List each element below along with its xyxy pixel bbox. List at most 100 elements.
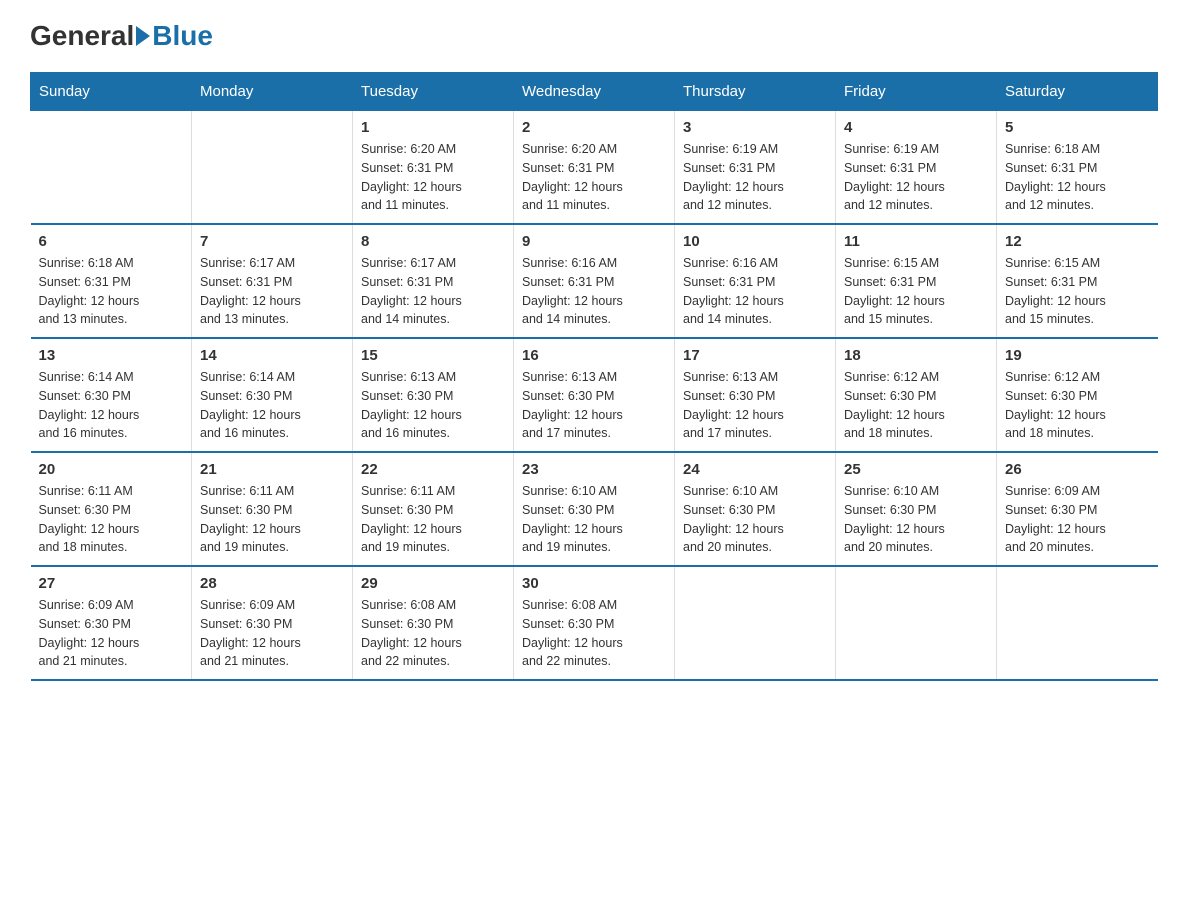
day-number: 2 [522, 119, 666, 136]
header-monday: Monday [192, 73, 353, 111]
calendar-cell: 9 Sunrise: 6:16 AM Sunset: 6:31 PM Daylig… [514, 224, 675, 338]
header-tuesday: Tuesday [353, 73, 514, 111]
day-number: 10 [683, 233, 827, 250]
day-number: 26 [1005, 461, 1150, 478]
day-info: Sunrise: 6:12 AM Sunset: 6:30 PM Dayligh… [844, 368, 988, 443]
day-info: Sunrise: 6:12 AM Sunset: 6:30 PM Dayligh… [1005, 368, 1150, 443]
day-number: 18 [844, 347, 988, 364]
day-number: 23 [522, 461, 666, 478]
day-info: Sunrise: 6:09 AM Sunset: 6:30 PM Dayligh… [200, 596, 344, 671]
day-number: 3 [683, 119, 827, 136]
header-friday: Friday [836, 73, 997, 111]
day-number: 17 [683, 347, 827, 364]
day-number: 6 [39, 233, 184, 250]
calendar-cell: 2 Sunrise: 6:20 AM Sunset: 6:31 PM Daylig… [514, 111, 675, 225]
calendar-cell: 15 Sunrise: 6:13 AM Sunset: 6:30 PM Dayli… [353, 338, 514, 452]
calendar-cell: 25 Sunrise: 6:10 AM Sunset: 6:30 PM Dayli… [836, 452, 997, 566]
calendar-cell: 21 Sunrise: 6:11 AM Sunset: 6:30 PM Dayli… [192, 452, 353, 566]
calendar-cell: 12 Sunrise: 6:15 AM Sunset: 6:31 PM Dayli… [997, 224, 1158, 338]
day-info: Sunrise: 6:08 AM Sunset: 6:30 PM Dayligh… [522, 596, 666, 671]
day-info: Sunrise: 6:13 AM Sunset: 6:30 PM Dayligh… [361, 368, 505, 443]
calendar-cell: 19 Sunrise: 6:12 AM Sunset: 6:30 PM Dayli… [997, 338, 1158, 452]
calendar-cell: 28 Sunrise: 6:09 AM Sunset: 6:30 PM Dayli… [192, 566, 353, 680]
day-number: 4 [844, 119, 988, 136]
calendar-cell: 14 Sunrise: 6:14 AM Sunset: 6:30 PM Dayli… [192, 338, 353, 452]
logo: General Blue Blue [30, 20, 213, 52]
calendar-cell: 5Sunrise: 6:18 AM Sunset: 6:31 PM Daylig… [997, 111, 1158, 225]
day-number: 25 [844, 461, 988, 478]
calendar-cell: 7Sunrise: 6:17 AM Sunset: 6:31 PM Daylig… [192, 224, 353, 338]
day-number: 14 [200, 347, 344, 364]
day-number: 8 [361, 233, 505, 250]
week-row-4: 20 Sunrise: 6:11 AM Sunset: 6:30 PM Dayli… [31, 452, 1158, 566]
calendar-cell: 4 Sunrise: 6:19 AM Sunset: 6:31 PM Daylig… [836, 111, 997, 225]
day-number: 30 [522, 575, 666, 592]
week-row-3: 13 Sunrise: 6:14 AM Sunset: 6:30 PM Dayli… [31, 338, 1158, 452]
logo-blue-text: Blue [152, 20, 213, 52]
header: General Blue Blue [30, 20, 1158, 52]
day-info: Sunrise: 6:11 AM Sunset: 6:30 PM Dayligh… [200, 482, 344, 557]
day-info: Sunrise: 6:13 AM Sunset: 6:30 PM Dayligh… [683, 368, 827, 443]
calendar-cell: 6Sunrise: 6:18 AM Sunset: 6:31 PM Daylig… [31, 224, 192, 338]
calendar-cell: 29Sunrise: 6:08 AM Sunset: 6:30 PM Dayli… [353, 566, 514, 680]
day-info: Sunrise: 6:20 AM Sunset: 6:31 PM Dayligh… [361, 140, 505, 215]
day-number: 28 [200, 575, 344, 592]
day-number: 29 [361, 575, 505, 592]
logo-general-text: General [30, 20, 134, 52]
day-info: Sunrise: 6:18 AM Sunset: 6:31 PM Dayligh… [1005, 140, 1150, 215]
header-sunday: Sunday [31, 73, 192, 111]
day-number: 9 [522, 233, 666, 250]
day-number: 11 [844, 233, 988, 250]
calendar-cell: 22Sunrise: 6:11 AM Sunset: 6:30 PM Dayli… [353, 452, 514, 566]
day-number: 21 [200, 461, 344, 478]
day-info: Sunrise: 6:20 AM Sunset: 6:31 PM Dayligh… [522, 140, 666, 215]
calendar-cell: 17 Sunrise: 6:13 AM Sunset: 6:30 PM Dayli… [675, 338, 836, 452]
day-number: 13 [39, 347, 184, 364]
calendar-cell: 8 Sunrise: 6:17 AM Sunset: 6:31 PM Daylig… [353, 224, 514, 338]
week-row-2: 6Sunrise: 6:18 AM Sunset: 6:31 PM Daylig… [31, 224, 1158, 338]
calendar-cell: 20 Sunrise: 6:11 AM Sunset: 6:30 PM Dayli… [31, 452, 192, 566]
calendar-cell: 10 Sunrise: 6:16 AM Sunset: 6:31 PM Dayli… [675, 224, 836, 338]
calendar-cell [31, 111, 192, 225]
calendar-cell: 23 Sunrise: 6:10 AM Sunset: 6:30 PM Dayli… [514, 452, 675, 566]
week-row-5: 27 Sunrise: 6:09 AM Sunset: 6:30 PM Dayli… [31, 566, 1158, 680]
logo-arrow-icon [136, 26, 150, 46]
calendar-cell [675, 566, 836, 680]
day-info: Sunrise: 6:14 AM Sunset: 6:30 PM Dayligh… [39, 368, 184, 443]
calendar-cell: 11Sunrise: 6:15 AM Sunset: 6:31 PM Dayli… [836, 224, 997, 338]
calendar-cell: 24 Sunrise: 6:10 AM Sunset: 6:30 PM Dayli… [675, 452, 836, 566]
day-info: Sunrise: 6:19 AM Sunset: 6:31 PM Dayligh… [683, 140, 827, 215]
calendar-header-row: SundayMondayTuesdayWednesdayThursdayFrid… [31, 73, 1158, 111]
day-info: Sunrise: 6:17 AM Sunset: 6:31 PM Dayligh… [361, 254, 505, 329]
header-saturday: Saturday [997, 73, 1158, 111]
calendar-cell: 13 Sunrise: 6:14 AM Sunset: 6:30 PM Dayli… [31, 338, 192, 452]
calendar-cell [997, 566, 1158, 680]
day-info: Sunrise: 6:09 AM Sunset: 6:30 PM Dayligh… [1005, 482, 1150, 557]
calendar-cell [836, 566, 997, 680]
day-info: Sunrise: 6:16 AM Sunset: 6:31 PM Dayligh… [522, 254, 666, 329]
calendar-cell: 26 Sunrise: 6:09 AM Sunset: 6:30 PM Dayli… [997, 452, 1158, 566]
day-info: Sunrise: 6:10 AM Sunset: 6:30 PM Dayligh… [844, 482, 988, 557]
day-number: 27 [39, 575, 184, 592]
day-info: Sunrise: 6:19 AM Sunset: 6:31 PM Dayligh… [844, 140, 988, 215]
day-info: Sunrise: 6:10 AM Sunset: 6:30 PM Dayligh… [522, 482, 666, 557]
day-number: 20 [39, 461, 184, 478]
day-number: 1 [361, 119, 505, 136]
week-row-1: 1 Sunrise: 6:20 AM Sunset: 6:31 PM Daylig… [31, 111, 1158, 225]
calendar-cell: 16Sunrise: 6:13 AM Sunset: 6:30 PM Dayli… [514, 338, 675, 452]
calendar-cell: 27Sunrise: 6:09 AM Sunset: 6:30 PM Dayli… [31, 566, 192, 680]
day-number: 15 [361, 347, 505, 364]
day-info: Sunrise: 6:10 AM Sunset: 6:30 PM Dayligh… [683, 482, 827, 557]
calendar-cell: 18 Sunrise: 6:12 AM Sunset: 6:30 PM Dayli… [836, 338, 997, 452]
calendar-cell: 30 Sunrise: 6:08 AM Sunset: 6:30 PM Dayli… [514, 566, 675, 680]
day-info: Sunrise: 6:16 AM Sunset: 6:31 PM Dayligh… [683, 254, 827, 329]
day-info: Sunrise: 6:11 AM Sunset: 6:30 PM Dayligh… [39, 482, 184, 557]
day-info: Sunrise: 6:15 AM Sunset: 6:31 PM Dayligh… [1005, 254, 1150, 329]
calendar-cell: 3 Sunrise: 6:19 AM Sunset: 6:31 PM Daylig… [675, 111, 836, 225]
day-info: Sunrise: 6:13 AM Sunset: 6:30 PM Dayligh… [522, 368, 666, 443]
day-number: 24 [683, 461, 827, 478]
day-info: Sunrise: 6:14 AM Sunset: 6:30 PM Dayligh… [200, 368, 344, 443]
day-number: 12 [1005, 233, 1150, 250]
header-thursday: Thursday [675, 73, 836, 111]
day-number: 19 [1005, 347, 1150, 364]
